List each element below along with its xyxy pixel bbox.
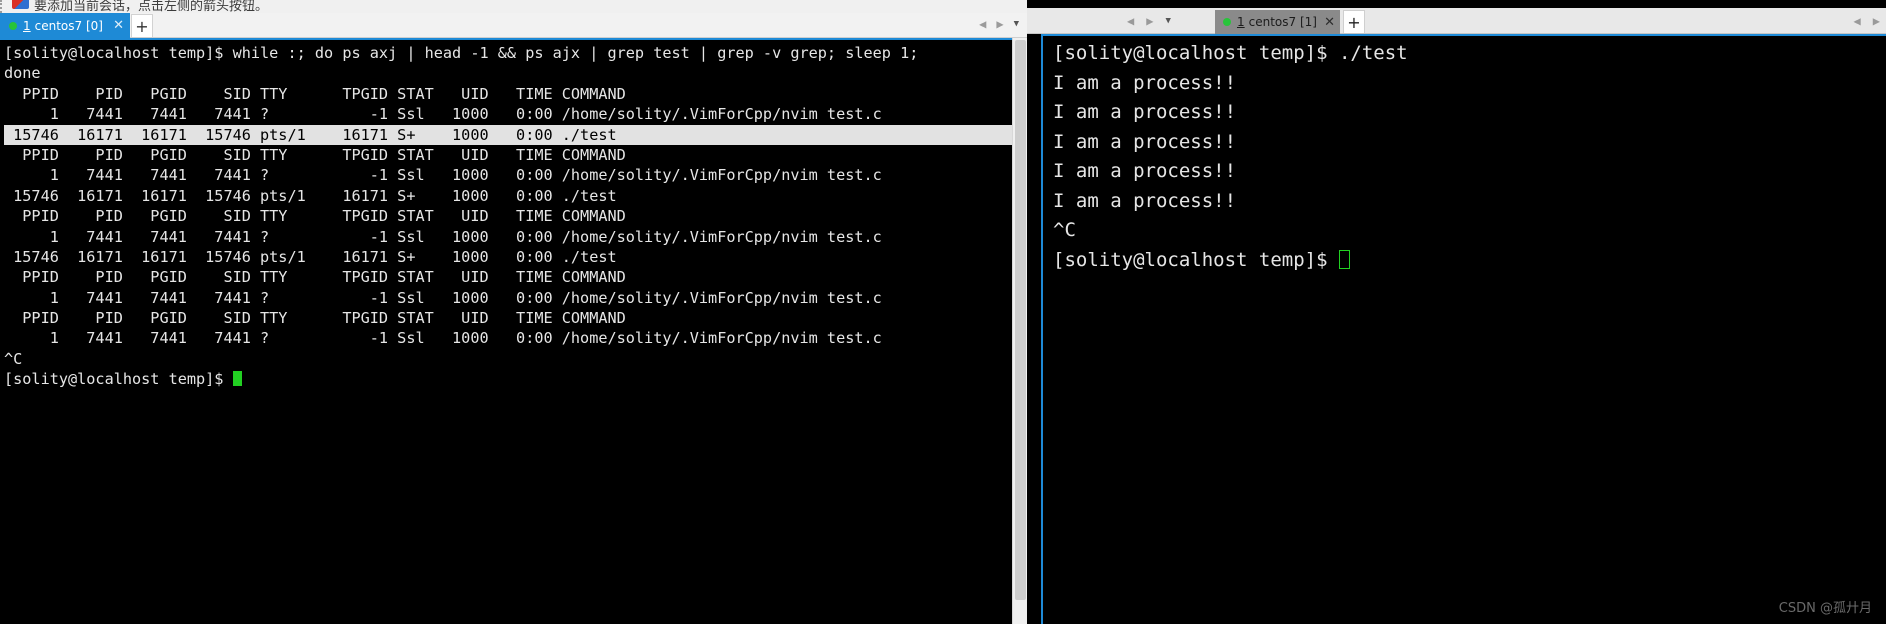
left-scrollbar-thumb[interactable]: [1015, 40, 1026, 600]
green-status-dot: [9, 21, 17, 30]
right-prompt-line: [solity@localhost temp]$: [1047, 246, 1886, 276]
terminal-line: PPID PID PGID SID TTY TPGID STAT UID TIM…: [4, 207, 626, 226]
terminal-line: PPID PID PGID SID TTY TPGID STAT UID TIM…: [4, 268, 626, 287]
tab-label: centos7 [1]: [1248, 15, 1317, 29]
terminal-line: I am a process!!: [1053, 189, 1237, 212]
terminal-line: 1 7441 7441 7441 ? -1 Ssl 1000 0:00 /hom…: [4, 105, 882, 124]
chevron-right-icon[interactable]: ▶: [1146, 14, 1153, 28]
prompt-text: [solity@localhost temp]$: [1053, 248, 1339, 271]
right-tab-bar: ◀ ▶ ▼ 1 centos7 [1] ✕ + ◀ ▶: [1027, 8, 1886, 34]
session-hint-bar: 要添加当前会话，点击左侧的箭头按钮。: [0, 0, 1027, 13]
terminal-line: I am a process!!: [1053, 101, 1237, 123]
close-icon[interactable]: ✕: [1324, 15, 1335, 30]
terminal-app-window: 要添加当前会话，点击左侧的箭头按钮。 1 centos7 [0] ✕ + ◀ ▶…: [0, 0, 1886, 624]
chevron-down-icon[interactable]: ▼: [1165, 16, 1170, 26]
terminal-line: PPID PID PGID SID TTY TPGID STAT UID TIM…: [4, 145, 626, 164]
tab-number: 1: [23, 18, 31, 33]
green-status-dot: [1223, 18, 1231, 26]
left-session-pane: 要添加当前会话，点击左侧的箭头按钮。 1 centos7 [0] ✕ + ◀ ▶…: [0, 0, 1027, 624]
tab-centos7-1[interactable]: 1 centos7 [1] ✕: [1215, 10, 1340, 34]
terminal-line-highlighted: 15746 16171 16171 15746 pts/1 16171 S+ 1…: [4, 124, 1012, 145]
watermark: CSDN @孤廾月: [1778, 601, 1872, 616]
left-terminal-output[interactable]: [solity@localhost temp]$ while :; do ps …: [0, 38, 1012, 624]
tab-number: 1: [1237, 15, 1245, 29]
terminal-line: 15746 16171 16171 15746 pts/1 16171 S+ 1…: [4, 186, 617, 205]
chevron-right-icon[interactable]: ▶: [1873, 14, 1880, 28]
session-hint-text: 要添加当前会话，点击左侧的箭头按钮。: [34, 0, 269, 13]
chevron-right-icon[interactable]: ▶: [996, 17, 1003, 31]
left-scrollbar[interactable]: [1012, 38, 1027, 624]
terminal-line: [solity@localhost temp]$ ./test: [1053, 42, 1408, 64]
terminal-line: PPID PID PGID SID TTY TPGID STAT UID TIM…: [4, 84, 626, 103]
left-tab-bar: 1 centos7 [0] ✕ + ◀ ▶ ▼: [0, 13, 1027, 38]
chevron-left-icon[interactable]: ◀: [1854, 14, 1861, 28]
chevron-left-icon[interactable]: ◀: [1127, 14, 1134, 28]
left-prompt-line: [solity@localhost temp]$: [4, 369, 1012, 389]
new-tab-button[interactable]: +: [1343, 10, 1365, 33]
terminal-line: 15746 16171 16171 15746 pts/1 16171 S+ 1…: [4, 247, 617, 266]
terminal-line: ^C: [4, 349, 23, 368]
terminal-line: I am a process!!: [1053, 160, 1237, 182]
left-terminal-lines: [solity@localhost temp]$ while :; do ps …: [0, 40, 1012, 390]
chevron-down-icon[interactable]: ▼: [1014, 19, 1019, 29]
flag-icon: [12, 0, 29, 9]
new-tab-button[interactable]: +: [131, 14, 153, 37]
terminal-line: 1 7441 7441 7441 ? -1 Ssl 1000 0:00 /hom…: [4, 288, 882, 307]
terminal-line: 1 7441 7441 7441 ? -1 Ssl 1000 0:00 /hom…: [4, 166, 882, 185]
right-session-pane: ◀ ▶ ▼ 1 centos7 [1] ✕ + ◀ ▶ [solity@loca…: [1027, 0, 1886, 624]
close-icon[interactable]: ✕: [113, 18, 124, 33]
terminal-line: done: [4, 64, 41, 83]
text-cursor: [1338, 249, 1350, 269]
text-cursor: [232, 371, 242, 387]
terminal-line: [solity@localhost temp]$ while :; do ps …: [4, 44, 919, 62]
right-terminal-output[interactable]: [solity@localhost temp]$ ./test I am a pr…: [1041, 34, 1886, 624]
terminal-line: I am a process!!: [1053, 130, 1237, 153]
left-tab-nav-group: ◀ ▶ ▼: [979, 17, 1019, 31]
terminal-line: 1 7441 7441 7441 ? -1 Ssl 1000 0:00 /hom…: [4, 227, 882, 246]
right-tab-nav-group-end: ◀ ▶: [1854, 14, 1880, 28]
terminal-line: PPID PID PGID SID TTY TPGID STAT UID TIM…: [4, 309, 626, 328]
prompt-text: [solity@localhost temp]$: [4, 370, 233, 389]
terminal-line: ^C: [1053, 219, 1076, 241]
tab-label: centos7 [0]: [34, 18, 103, 33]
right-tab-nav-group: ◀ ▶ ▼: [1127, 14, 1171, 28]
tab-centos7-0[interactable]: 1 centos7 [0] ✕: [0, 13, 130, 38]
right-terminal-lines: [solity@localhost temp]$ ./test I am a pr…: [1043, 36, 1886, 275]
terminal-line: 1 7441 7441 7441 ? -1 Ssl 1000 0:00 /hom…: [4, 329, 882, 348]
chevron-left-icon[interactable]: ◀: [979, 17, 986, 31]
terminal-line: I am a process!!: [1053, 71, 1237, 94]
